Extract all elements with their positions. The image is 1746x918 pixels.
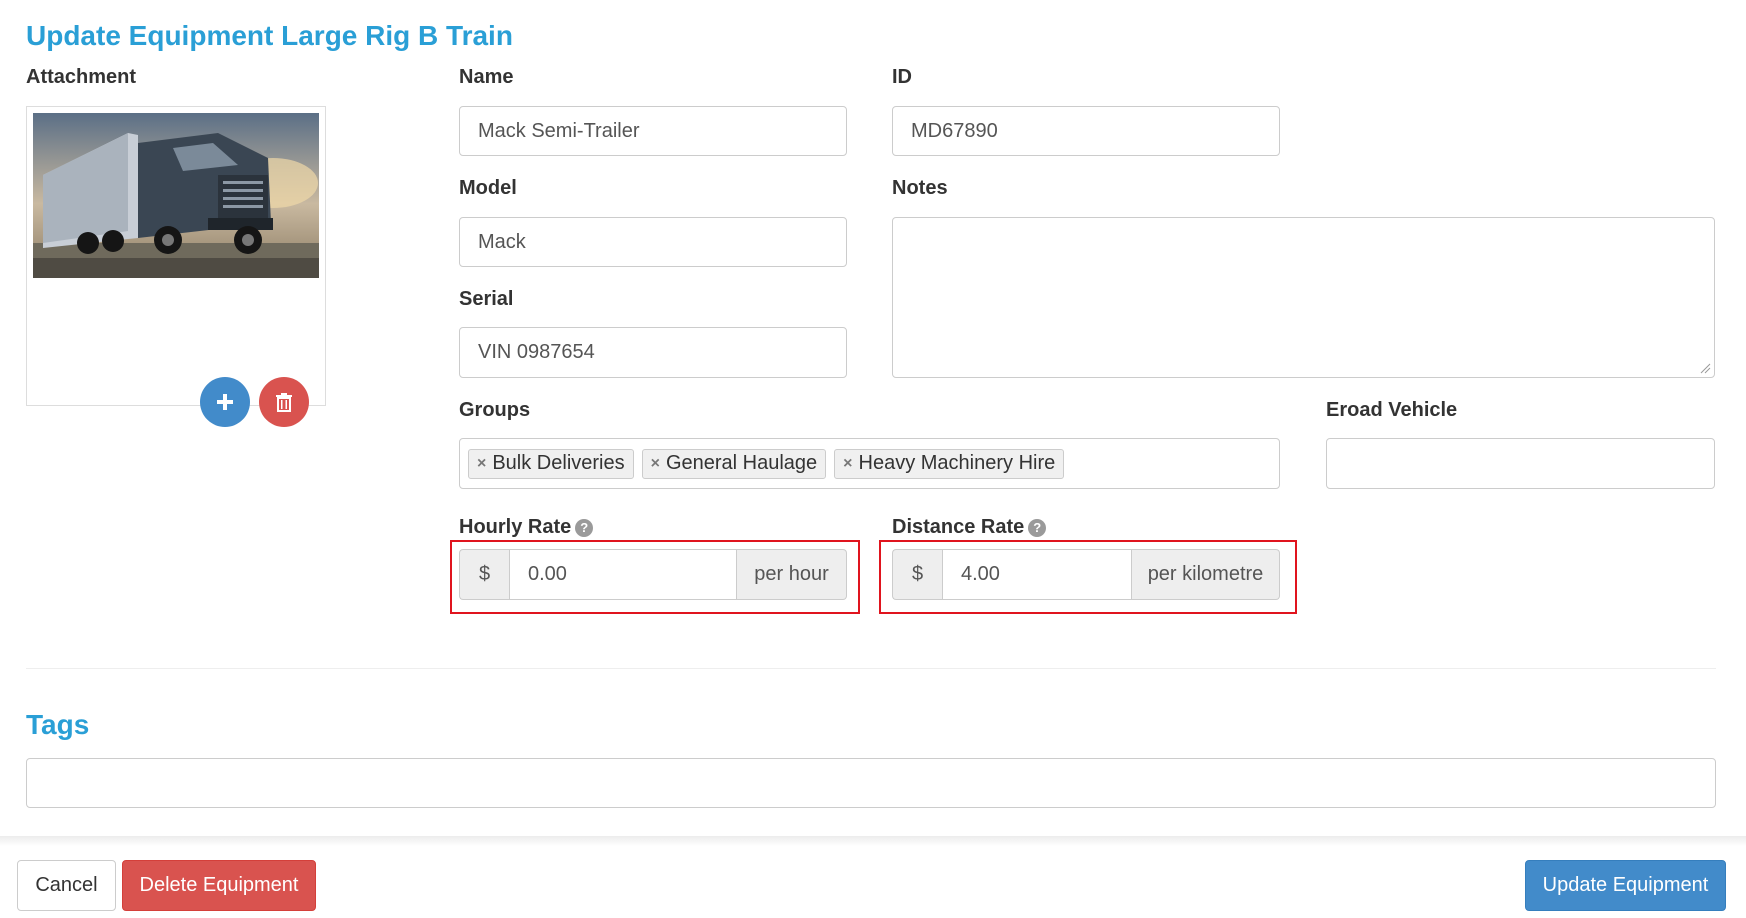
group-chip[interactable]: × Bulk Deliveries (468, 448, 634, 479)
distance-rate-input[interactable]: 4.00 (942, 549, 1132, 600)
trash-icon (276, 393, 292, 412)
cancel-button[interactable]: Cancel (17, 860, 116, 911)
id-label: ID (892, 66, 912, 88)
distance-rate-label: Distance Rate? (892, 516, 1047, 539)
footer-shadow (0, 836, 1746, 846)
hourly-rate-prefix: $ (459, 549, 509, 600)
distance-rate-prefix: $ (892, 549, 942, 600)
resize-handle-icon[interactable] (1699, 362, 1711, 374)
serial-value: VIN 0987654 (478, 341, 595, 363)
hourly-rate-suffix: per hour (737, 549, 847, 600)
remove-chip-icon[interactable]: × (843, 455, 852, 473)
name-value: Mack Semi-Trailer (478, 119, 640, 142)
tags-input[interactable] (26, 758, 1716, 808)
distance-rate-input-group: $ 4.00 per kilometre (892, 549, 1280, 600)
serial-label: Serial (459, 288, 514, 310)
groups-multiselect[interactable]: × Bulk Deliveries × General Haulage × Heavy… (459, 438, 1280, 489)
update-equipment-button[interactable]: Update Equipment (1525, 860, 1726, 911)
plus-icon (217, 394, 233, 410)
section-divider (26, 668, 1716, 669)
model-value: Mack (478, 230, 526, 253)
model-label: Model (459, 177, 517, 199)
eroad-label: Eroad Vehicle (1326, 399, 1458, 421)
hourly-rate-input-group: $ 0.00 per hour (459, 549, 847, 600)
eroad-vehicle-select[interactable] (1326, 438, 1715, 489)
delete-attachment-button[interactable] (259, 377, 309, 427)
name-label: Name (459, 66, 514, 88)
help-icon[interactable]: ? (575, 518, 594, 537)
serial-input[interactable]: VIN 0987654 (459, 327, 847, 378)
add-attachment-button[interactable] (200, 377, 250, 427)
delete-equipment-button[interactable]: Delete Equipment (122, 860, 316, 911)
notes-textarea[interactable] (892, 217, 1715, 378)
model-input[interactable]: Mack (459, 217, 847, 267)
id-value: MD67890 (911, 119, 998, 142)
name-input[interactable]: Mack Semi-Trailer (459, 106, 847, 156)
id-input[interactable]: MD67890 (892, 106, 1280, 156)
distance-rate-suffix: per kilometre (1132, 549, 1280, 600)
attachment-label: Attachment (26, 66, 137, 88)
remove-chip-icon[interactable]: × (651, 455, 660, 473)
truck-image-icon (33, 113, 319, 278)
notes-label: Notes (892, 177, 948, 199)
hourly-rate-label: Hourly Rate? (459, 516, 594, 539)
truck-photo[interactable] (33, 113, 319, 278)
remove-chip-icon[interactable]: × (477, 455, 486, 473)
group-chip[interactable]: × General Haulage (641, 448, 827, 479)
page-title: Update Equipment Large Rig B Train (26, 20, 513, 51)
hourly-rate-input[interactable]: 0.00 (509, 549, 737, 600)
group-chip[interactable]: × Heavy Machinery Hire (834, 448, 1065, 479)
groups-label: Groups (459, 399, 531, 421)
help-icon[interactable]: ? (1028, 518, 1047, 537)
tags-heading: Tags (26, 709, 90, 740)
